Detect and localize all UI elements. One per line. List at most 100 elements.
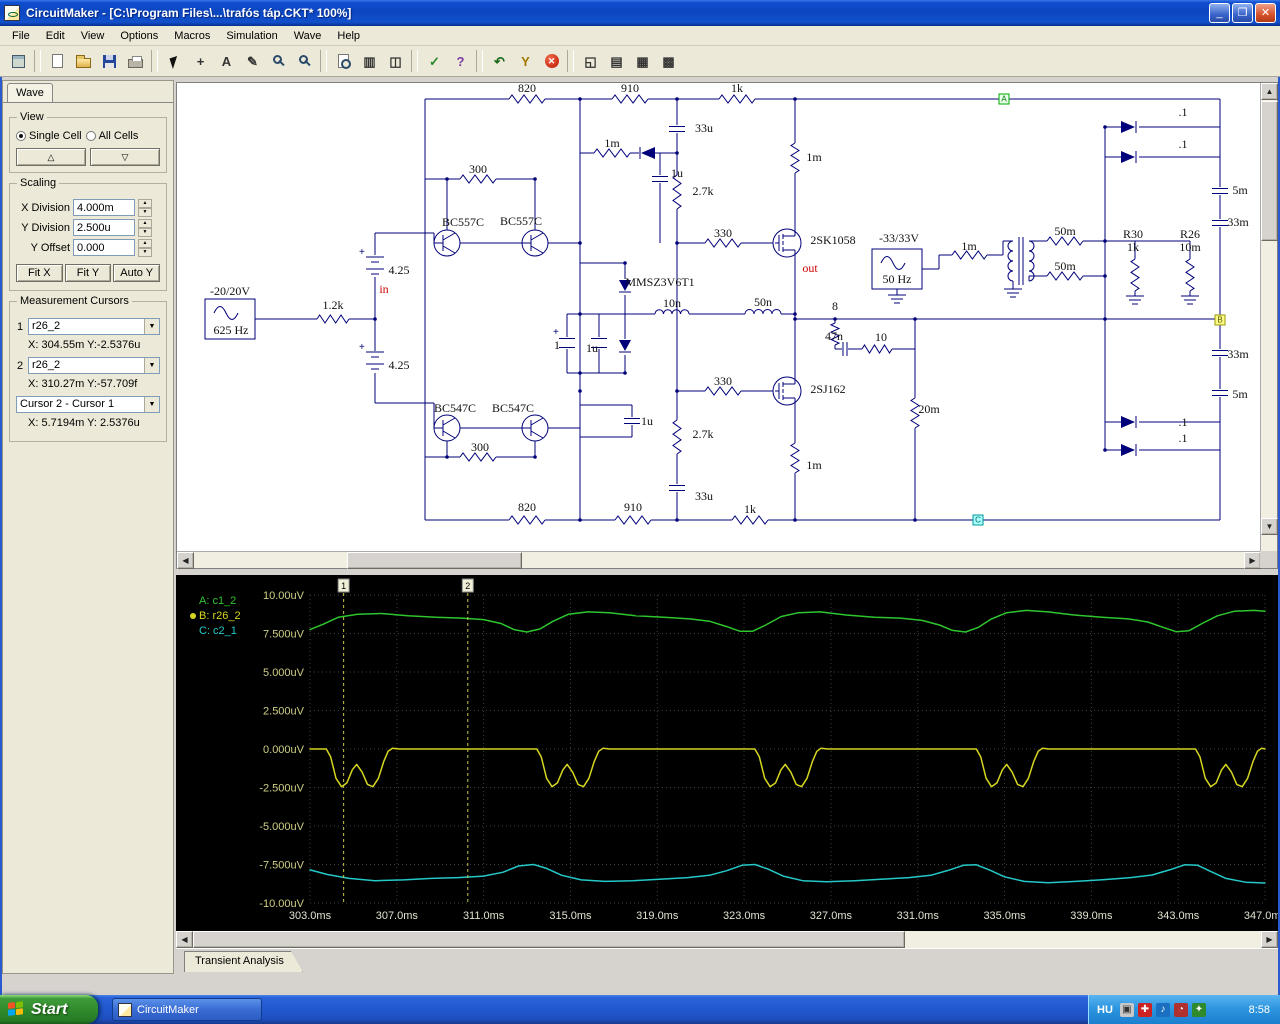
schematic-canvas[interactable]: + + + 820 910 1k 1m 33u 1u 300 2.7k 1m BC557C BC557C… <box>177 83 1260 551</box>
new-file-button[interactable] <box>45 49 70 73</box>
scrollbar-thumb[interactable] <box>1261 101 1278 241</box>
menu-macros[interactable]: Macros <box>166 27 218 45</box>
y-division-spinner[interactable]: ▲ ▼ <box>138 219 152 237</box>
waveform-panel[interactable]: 10.00uV 7.500uV 5.000uV 2.500uV 0.000uV -2.50… <box>176 575 1280 931</box>
radio-single-cell[interactable]: Single Cell <box>16 130 82 142</box>
digital-panel-icon: ▤ <box>610 53 623 69</box>
spin-up-icon[interactable]: ▲ <box>138 199 152 208</box>
schematic-drawing: + + + <box>204 94 1228 525</box>
menu-edit[interactable]: Edit <box>38 27 73 45</box>
next-cell-button[interactable]: ▽ <box>90 148 160 166</box>
spin-down-icon[interactable]: ▼ <box>138 228 152 237</box>
maximize-button[interactable]: ❐ <box>1232 3 1253 23</box>
mixed-panel-icon: ▩ <box>662 53 675 69</box>
cursor-2-signal-select[interactable]: r26_2 ▼ <box>28 357 160 374</box>
menu-help[interactable]: Help <box>329 27 368 45</box>
mixed-panel-button[interactable]: ▩ <box>656 49 681 73</box>
wire-tool-button[interactable]: + <box>188 49 213 73</box>
scroll-up-icon[interactable]: ▲ <box>1261 83 1278 100</box>
waveform-horizontal-scrollbar[interactable]: ◀ ▶ <box>176 931 1278 948</box>
dropdown-arrow-icon[interactable]: ▼ <box>144 358 159 373</box>
fit-y-button[interactable]: Fit Y <box>64 264 112 282</box>
digital-panel-button[interactable]: ▤ <box>604 49 629 73</box>
tray-display-icon[interactable]: ▣ <box>1119 1002 1134 1017</box>
parts-browser-button[interactable] <box>6 49 31 73</box>
x-division-spinner[interactable]: ▲ ▼ <box>138 199 152 217</box>
schematic-horizontal-scrollbar[interactable]: ◀ ▶ <box>177 551 1261 569</box>
x-axis-tick-label: 327.0ms <box>810 910 853 922</box>
fit-x-button[interactable]: Fit X <box>16 264 63 282</box>
scroll-left-icon[interactable]: ◀ <box>176 931 193 948</box>
tray-scheduler-icon[interactable]: ◔ <box>1173 1002 1188 1017</box>
clock[interactable]: 8:58 <box>1249 1004 1270 1016</box>
select-tool-button[interactable] <box>162 49 187 73</box>
close-button[interactable]: ✕ <box>1255 3 1276 23</box>
help-button[interactable]: ? <box>448 49 473 73</box>
scrollbar-thumb[interactable] <box>193 931 905 948</box>
text-tool-button[interactable]: A <box>214 49 239 73</box>
spin-down-icon[interactable]: ▼ <box>138 248 152 257</box>
find-part-button[interactable] <box>331 49 356 73</box>
language-indicator[interactable]: HU <box>1097 1004 1113 1016</box>
spin-up-icon[interactable]: ▲ <box>138 219 152 228</box>
menu-options[interactable]: Options <box>112 27 166 45</box>
tile-view-button[interactable]: ▥ <box>357 49 382 73</box>
check-circuit-button[interactable]: ✓ <box>422 49 447 73</box>
stop-simulation-button[interactable] <box>539 49 564 73</box>
start-button[interactable]: Start <box>0 995 98 1024</box>
scroll-right-icon[interactable]: ▶ <box>1261 931 1278 948</box>
y-offset-input[interactable]: 0.000 <box>73 239 135 256</box>
y-division-input[interactable]: 2.500u <box>73 219 135 236</box>
waveform-plot[interactable]: 10.00uV 7.500uV 5.000uV 2.500uV 0.000uV -2.50… <box>176 575 1280 931</box>
open-file-button[interactable] <box>71 49 96 73</box>
probe-tool-icon: Y <box>521 53 530 69</box>
minimize-button[interactable]: _ <box>1209 3 1230 23</box>
dropdown-arrow-icon[interactable]: ▼ <box>144 319 159 334</box>
menu-simulation[interactable]: Simulation <box>218 27 285 45</box>
cursor-1-signal-select[interactable]: r26_2 ▼ <box>28 318 160 335</box>
window-title: CircuitMaker - [C:\Program Files\...\tra… <box>26 6 352 20</box>
print-button[interactable] <box>123 49 148 73</box>
spin-up-icon[interactable]: ▲ <box>138 239 152 248</box>
tray-volume-icon[interactable]: ♪ <box>1155 1002 1170 1017</box>
menu-file[interactable]: File <box>4 27 38 45</box>
cursor-delta-readout: X: 5.7194m Y: 2.5376u <box>28 417 140 429</box>
legend-c1_2[interactable]: A: c1_2 <box>190 593 241 608</box>
tab-wave[interactable]: Wave <box>7 83 53 102</box>
scroll-right-icon[interactable]: ▶ <box>1244 552 1261 569</box>
cursor-delta-select[interactable]: Cursor 2 - Cursor 1 ▼ <box>16 396 160 413</box>
y-offset-spinner[interactable]: ▲ ▼ <box>138 239 152 257</box>
analog-panel-button[interactable]: ▦ <box>630 49 655 73</box>
spin-down-icon[interactable]: ▼ <box>138 208 152 217</box>
scroll-down-icon[interactable]: ▼ <box>1261 518 1278 535</box>
taskbar-task-circuitmaker[interactable]: CircuitMaker <box>112 998 262 1021</box>
legend-c2_1[interactable]: C: c2_1 <box>190 623 241 638</box>
tray-icons: ▣ ✚ ♪ ◔ ✦ <box>1119 1002 1206 1017</box>
auto-y-button[interactable]: Auto Y <box>113 264 161 282</box>
menu-wave[interactable]: Wave <box>286 27 330 45</box>
legend-r26_2[interactable]: B: r26_2 <box>190 608 241 623</box>
tray-antivirus-icon[interactable]: ✚ <box>1137 1002 1152 1017</box>
zoom-tool-button[interactable] <box>266 49 291 73</box>
magnifier-button[interactable] <box>292 49 317 73</box>
tray-messenger-icon[interactable]: ✦ <box>1191 1002 1206 1017</box>
split-view-button[interactable]: ◫ <box>383 49 408 73</box>
scrollbar-thumb[interactable] <box>347 552 522 569</box>
y-division-label: Y Division <box>21 221 70 234</box>
reset-simulation-button[interactable]: ↶ <box>487 49 512 73</box>
windows-flag-icon <box>8 1001 25 1018</box>
edit-tool-button[interactable]: ✎ <box>240 49 265 73</box>
scroll-left-icon[interactable]: ◀ <box>177 552 194 569</box>
x-axis-tick-label: 315.0ms <box>549 910 592 922</box>
radio-all-cells[interactable]: All Cells <box>85 130 138 142</box>
probe-tool-button[interactable]: Y <box>513 49 538 73</box>
x-division-input[interactable]: 4.000m <box>73 199 135 216</box>
previous-cell-button[interactable]: △ <box>16 148 86 166</box>
dropdown-arrow-icon[interactable]: ▼ <box>144 397 159 412</box>
new-waveform-window-button[interactable]: ◱ <box>578 49 603 73</box>
menu-view[interactable]: View <box>73 27 113 45</box>
toolbar-separator <box>567 50 574 72</box>
schematic-vertical-scrollbar[interactable]: ▲ ▼ <box>1260 83 1278 552</box>
tab-transient-analysis[interactable]: Transient Analysis <box>184 951 303 972</box>
save-file-button[interactable] <box>97 49 122 73</box>
